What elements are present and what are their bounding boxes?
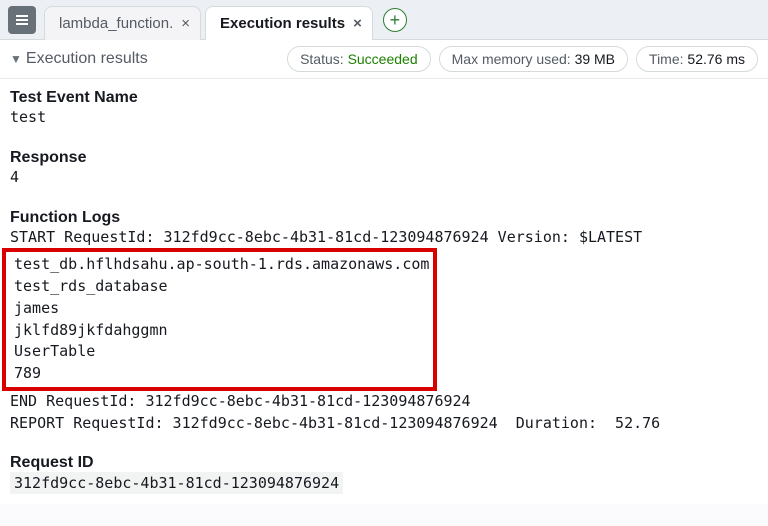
log-line-start: START RequestId: 312fd9cc-8ebc-4b31-81cd… — [10, 227, 758, 249]
highlighted-log-region: test_db.hflhdsahu.ap-south-1.rds.amazona… — [2, 248, 437, 391]
request-id-label: Request ID — [10, 454, 758, 472]
results-content: Test Event Name test Response 4 Function… — [0, 79, 768, 504]
log-line: 789 — [14, 363, 429, 385]
add-tab-button[interactable]: + — [383, 8, 407, 32]
status-value: Succeeded — [348, 51, 418, 67]
log-line-end: END RequestId: 312fd9cc-8ebc-4b31-81cd-1… — [10, 391, 758, 413]
tab-bar: lambda_function. × Execution results × + — [0, 0, 768, 40]
menu-icon[interactable] — [8, 6, 36, 34]
memory-label: Max memory used: — [452, 51, 571, 67]
log-line: test_db.hflhdsahu.ap-south-1.rds.amazona… — [14, 254, 429, 276]
log-line: UserTable — [14, 341, 429, 363]
tab-label: Execution results — [220, 15, 345, 32]
collapse-toggle[interactable]: ▼ Execution results — [10, 50, 148, 68]
results-header: ▼ Execution results Status: Succeeded Ma… — [0, 40, 768, 79]
log-line: test_rds_database — [14, 276, 429, 298]
tab-lambda-function[interactable]: lambda_function. × — [44, 6, 201, 40]
time-value: 52.76 ms — [687, 51, 745, 67]
time-label: Time: — [649, 51, 683, 67]
memory-value: 39 MB — [575, 51, 615, 67]
close-icon[interactable]: × — [353, 15, 362, 32]
memory-pill: Max memory used: 39 MB — [439, 46, 628, 72]
close-icon[interactable]: × — [181, 15, 190, 32]
log-line: jklfd89jkfdahggmn — [14, 320, 429, 342]
time-pill: Time: 52.76 ms — [636, 46, 758, 72]
response-value: 4 — [10, 167, 758, 189]
chevron-down-icon: ▼ — [10, 52, 22, 66]
log-line-report: REPORT RequestId: 312fd9cc-8ebc-4b31-81c… — [10, 413, 758, 435]
request-id-value[interactable]: 312fd9cc-8ebc-4b31-81cd-123094876924 — [10, 472, 343, 494]
status-label: Status: — [300, 51, 344, 67]
response-label: Response — [10, 149, 758, 167]
status-pill: Status: Succeeded — [287, 46, 431, 72]
test-event-label: Test Event Name — [10, 89, 758, 107]
function-logs-label: Function Logs — [10, 209, 758, 227]
tab-execution-results[interactable]: Execution results × — [205, 6, 373, 40]
log-line: james — [14, 298, 429, 320]
results-title: Execution results — [26, 50, 148, 68]
test-event-value: test — [10, 107, 758, 129]
tab-label: lambda_function. — [59, 15, 173, 32]
